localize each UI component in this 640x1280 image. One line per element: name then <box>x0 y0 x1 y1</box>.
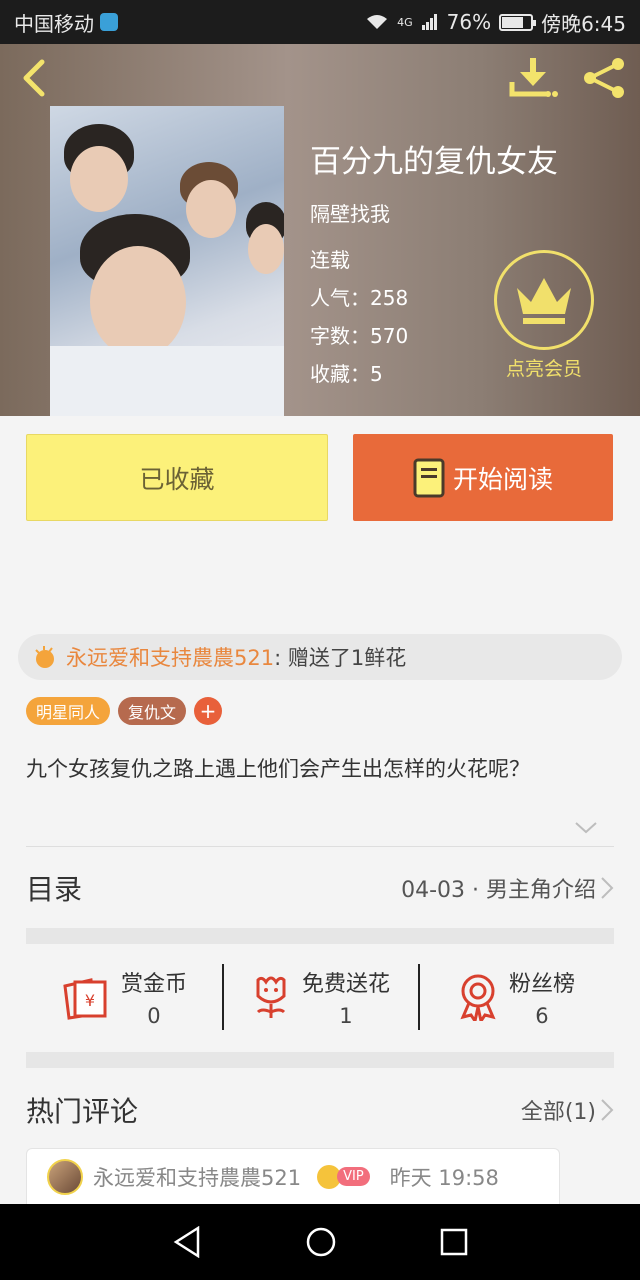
book-popularity: 人气：258 <box>310 286 409 310</box>
tag-item[interactable]: 明星同人 <box>26 697 111 725</box>
avatar[interactable] <box>47 1158 83 1195</box>
vip-tag-label: VIP <box>337 1167 370 1186</box>
comment-user[interactable]: 永远爱和支持農農521 <box>93 1162 301 1192</box>
vip-member-button[interactable]: 点亮会员 <box>492 250 596 380</box>
cover-figure <box>186 180 236 238</box>
stat-value: 0 <box>147 1004 161 1028</box>
back-icon[interactable] <box>16 58 52 98</box>
carrier-name: 中国移动 <box>14 11 94 36</box>
signal-icon <box>421 14 437 30</box>
flower-icon <box>256 976 286 1018</box>
book-title: 百分九的复仇女友 <box>310 144 558 180</box>
battery-icon <box>499 13 537 31</box>
nav-home-icon[interactable] <box>305 1226 337 1258</box>
stat-label: 免费送花 <box>301 972 390 997</box>
status-right: 4G 76% 傍晚6:45 <box>365 8 626 37</box>
book-author[interactable]: 隔壁找我 <box>310 198 390 227</box>
gift-user[interactable]: 永远爱和支持農農521 <box>66 642 274 672</box>
comment-card[interactable]: 永远爱和支持農農521 VIP 昨天 19:58 <box>26 1148 560 1204</box>
book-header: 百分九的复仇女友 隔壁找我 连载 人气：258 字数：570 收藏：5 点亮会员 <box>0 44 640 416</box>
cover-figure <box>248 224 284 274</box>
add-tag-button[interactable]: + <box>194 697 223 725</box>
gift-message: : 赠送了1鲜花 <box>274 646 407 670</box>
stat-value: 6 <box>535 1004 549 1028</box>
book-cover-image <box>50 106 284 416</box>
nav-back-icon[interactable] <box>172 1226 202 1258</box>
cover-figure <box>90 246 186 358</box>
stats-row: ¥ 赏金币 0 免费送花 1 粉丝榜 6 <box>26 944 614 1050</box>
reward-coin-stat[interactable]: ¥ 赏金币 0 <box>26 944 222 1050</box>
cover-shirts <box>50 346 284 416</box>
book-description: 九个女孩复仇之路上遇上他们会产生出怎样的火花呢？ <box>26 757 530 781</box>
shield-icon <box>100 13 118 31</box>
network-type: 4G <box>397 15 413 29</box>
status-bar: 中国移动 4G 76% 傍晚6:45 <box>0 0 640 44</box>
section-separator <box>26 928 614 944</box>
clock: 傍晚6:45 <box>541 11 626 36</box>
tag-list: 明星同人 复仇文 + <box>26 697 223 725</box>
free-flower-stat[interactable]: 免费送花 1 <box>222 944 418 1050</box>
toc-title: 目录 <box>26 873 83 906</box>
tag-item[interactable]: 复仇文 <box>118 697 187 725</box>
book-icon <box>413 458 445 497</box>
vip-circle <box>494 250 594 350</box>
latest-chapter: 04-03 · 男主角介绍 <box>401 878 596 903</box>
vip-label: 点亮会员 <box>505 358 582 380</box>
hot-comments-header: 热门评论 全部(1) <box>26 1084 614 1136</box>
start-reading-button[interactable]: 开始阅读 <box>353 434 613 521</box>
vip-tag: VIP <box>317 1164 370 1189</box>
fan-ranking-stat[interactable]: 粉丝榜 6 <box>418 944 614 1050</box>
all-comments-link[interactable]: 全部(1) <box>521 1094 596 1126</box>
reward-coin-icon: ¥ <box>63 978 107 1020</box>
table-of-contents-row[interactable]: 目录 04-03 · 男主角介绍 <box>26 848 614 928</box>
stat-label: 粉丝榜 <box>508 972 575 997</box>
wifi-icon <box>367 15 388 29</box>
download-icon[interactable] <box>508 56 558 100</box>
section-separator <box>26 1052 614 1068</box>
carrier-group: 中国移动 <box>14 8 118 37</box>
battery-fill <box>502 16 524 28</box>
medal-icon <box>460 974 496 1021</box>
book-status: 连载 <box>310 248 350 272</box>
cover-figure <box>70 146 128 212</box>
battery-percent: 76% <box>446 10 492 34</box>
divider <box>26 846 614 847</box>
chevron-down-icon[interactable] <box>574 820 598 836</box>
gift-notice[interactable]: 永远爱和支持農農521 : 赠送了1鲜花 <box>18 634 622 680</box>
svg-text:¥: ¥ <box>85 991 95 1010</box>
chevron-right-icon[interactable] <box>600 1098 614 1122</box>
hot-comments-title: 热门评论 <box>26 1095 139 1128</box>
share-icon[interactable] <box>580 56 628 100</box>
chevron-right-icon <box>601 877 614 899</box>
stat-value: 1 <box>339 1004 353 1028</box>
favorited-button[interactable]: 已收藏 <box>26 434 328 521</box>
book-word-count: 字数：570 <box>310 324 409 348</box>
clap-icon <box>35 646 54 668</box>
stat-label: 赏金币 <box>120 972 187 997</box>
start-reading-label: 开始阅读 <box>452 464 553 494</box>
comment-time: 昨天 19:58 <box>389 1165 499 1190</box>
crown-icon <box>517 278 571 324</box>
book-favorites: 收藏：5 <box>310 362 383 386</box>
system-nav-bar <box>0 1204 640 1280</box>
nav-recents-icon[interactable] <box>440 1228 468 1256</box>
